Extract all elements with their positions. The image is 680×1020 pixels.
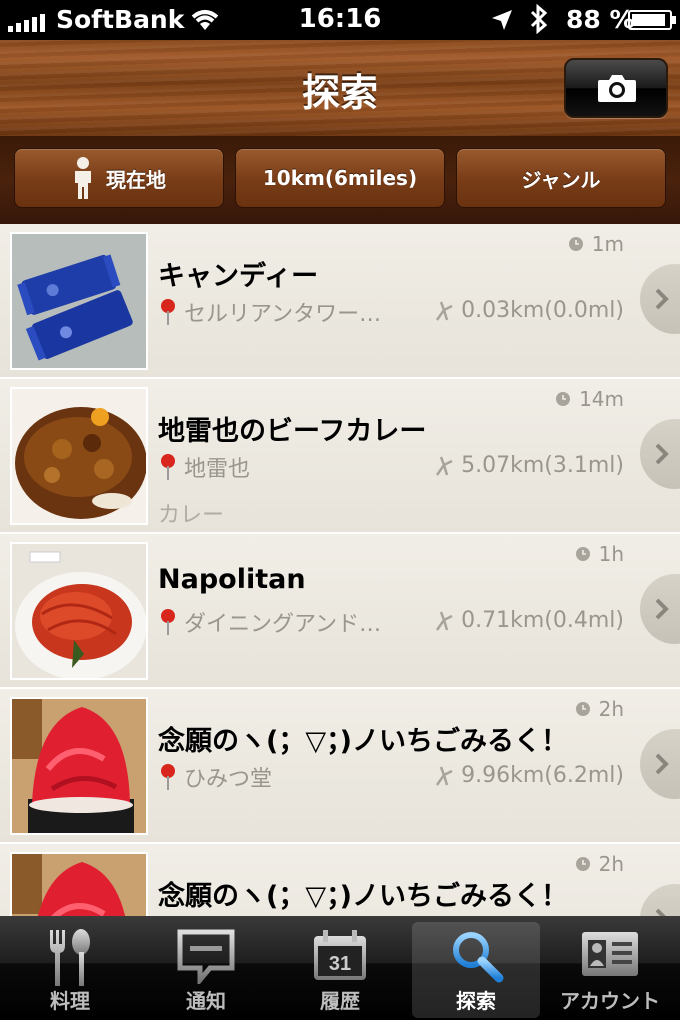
distance-filter-button[interactable]: 10km(6miles) — [235, 148, 445, 208]
tab-label: 探索 — [456, 989, 496, 1013]
speech-bubble-icon — [177, 929, 235, 984]
location-filter-button[interactable]: 現在地 — [14, 148, 224, 208]
food-photo-beef-curry — [10, 387, 148, 525]
genre-filter-label: ジャンル — [521, 167, 601, 192]
disclosure-button[interactable] — [640, 419, 680, 489]
item-distance-text: 0.71km(0.4ml) — [461, 608, 624, 633]
map-pin-icon — [161, 299, 175, 325]
item-time-text: 1h — [598, 542, 624, 566]
id-card-icon — [582, 932, 638, 976]
item-place: ひみつ堂 — [160, 761, 272, 793]
food-photo-strawberry-ice — [10, 852, 148, 916]
item-time: 1h — [575, 542, 624, 566]
tab-account[interactable]: アカウント — [546, 922, 674, 1018]
walking-icon — [436, 456, 453, 476]
item-place-text: セルリアンタワー… — [184, 302, 382, 327]
tab-notifications[interactable]: 通知 — [142, 922, 270, 1018]
clock-icon — [575, 857, 590, 871]
item-title: 念願のヽ(；▽；)ノいちごみるく！ — [158, 881, 568, 912]
chevron-right-icon — [655, 288, 669, 310]
tab-label: アカウント — [560, 989, 660, 1013]
status-bar: SoftBank 16:16 88 % — [0, 0, 680, 40]
chevron-right-icon — [655, 753, 669, 775]
location-filter-label: 現在地 — [106, 167, 166, 192]
tab-label: 履歴 — [320, 989, 360, 1013]
list-item[interactable]: 地雷也のビーフカレー 地雷也 5.07km(3.1ml) 14m カレー — [0, 379, 680, 534]
clock-icon — [568, 237, 583, 251]
calendar-day: 31 — [329, 953, 351, 975]
item-title: 念願のヽ(；▽；)ノいちごみるく！ — [158, 726, 568, 757]
location-arrow-icon — [490, 8, 514, 36]
tab-explore[interactable]: 探索 — [412, 922, 540, 1018]
calendar-icon: 31 — [314, 930, 366, 980]
tab-history[interactable]: 31 履歴 — [276, 922, 404, 1018]
item-distance: 0.71km(0.4ml) — [435, 608, 624, 633]
chevron-right-icon — [655, 598, 669, 620]
battery-icon — [628, 10, 676, 30]
item-distance: 5.07km(3.1ml) — [435, 453, 624, 478]
item-place-text: ダイニングアンド… — [184, 612, 382, 637]
item-distance-text: 0.03km(0.0ml) — [461, 298, 624, 323]
search-icon — [453, 932, 504, 983]
map-pin-icon — [161, 609, 175, 635]
item-title: キャンディー — [158, 261, 319, 292]
item-place: 地雷也 — [160, 451, 250, 483]
list-item[interactable]: Napolitan ダイニングアンド… 0.71km(0.4ml) 1h — [0, 534, 680, 689]
filter-bar: 現在地 10km(6miles) ジャンル — [0, 136, 680, 224]
item-title: Napolitan — [158, 564, 306, 595]
walking-icon — [436, 611, 453, 631]
clock-icon — [575, 702, 590, 716]
item-time: 2h — [575, 852, 624, 876]
chevron-right-icon — [655, 443, 669, 465]
list-item[interactable]: 念願のヽ(；▽；)ノいちごみるく！ 2h — [0, 844, 680, 916]
disclosure-button[interactable] — [640, 884, 680, 916]
item-distance-text: 5.07km(3.1ml) — [461, 453, 624, 478]
genre-filter-button[interactable]: ジャンル — [456, 148, 666, 208]
bluetooth-icon — [528, 3, 550, 38]
walking-icon — [436, 766, 453, 786]
item-place-text: ひみつ堂 — [184, 767, 273, 792]
food-photo-candy — [10, 232, 148, 370]
result-list: キャンディー セルリアンタワー… 0.03km(0.0ml) 1m 地雷也のビー… — [0, 224, 680, 916]
food-photo-strawberry-ice — [10, 697, 148, 835]
item-genre: カレー — [158, 503, 225, 528]
map-pin-icon — [161, 454, 175, 480]
item-place: ダイニングアンド… — [160, 606, 381, 638]
item-time: 14m — [555, 387, 624, 411]
item-time: 2h — [575, 697, 624, 721]
disclosure-button[interactable] — [640, 264, 680, 334]
item-time-text: 2h — [598, 852, 624, 876]
navigation-bar: 探索 — [0, 40, 680, 136]
item-distance-text: 9.96km(6.2ml) — [461, 763, 624, 788]
battery-percent: 88 % — [566, 5, 635, 34]
disclosure-button[interactable] — [640, 729, 680, 799]
item-title: 地雷也のビーフカレー — [158, 416, 427, 447]
disclosure-button[interactable] — [640, 574, 680, 644]
tab-label: 通知 — [186, 989, 226, 1013]
camera-button[interactable] — [564, 58, 668, 118]
camera-icon — [598, 75, 636, 102]
list-item[interactable]: キャンディー セルリアンタワー… 0.03km(0.0ml) 1m — [0, 224, 680, 379]
item-place-text: 地雷也 — [184, 457, 251, 482]
distance-filter-label: 10km(6miles) — [262, 166, 418, 190]
tab-label: 料理 — [50, 989, 90, 1013]
item-place: セルリアンタワー… — [160, 296, 381, 328]
item-time-text: 2h — [598, 697, 624, 721]
item-time-text: 14m — [579, 387, 624, 411]
map-pin-icon — [161, 764, 175, 790]
chevron-right-icon — [655, 908, 666, 916]
list-item[interactable]: 念願のヽ(；▽；)ノいちごみるく！ ひみつ堂 9.96km(6.2ml) 2h — [0, 689, 680, 844]
clock-icon — [575, 547, 590, 561]
tab-cooking[interactable]: 料理 — [6, 922, 134, 1018]
item-distance: 9.96km(6.2ml) — [435, 763, 624, 788]
food-photo-napolitan — [10, 542, 148, 680]
fork-spoon-icon — [50, 929, 90, 986]
item-distance: 0.03km(0.0ml) — [435, 298, 624, 323]
person-icon — [75, 157, 91, 199]
item-time: 1m — [568, 232, 624, 256]
walking-icon — [436, 301, 453, 321]
item-time-text: 1m — [591, 232, 624, 256]
tab-bar: 料理 通知 31 履歴 探索 アカウント — [0, 916, 680, 1020]
clock-icon — [556, 392, 571, 406]
